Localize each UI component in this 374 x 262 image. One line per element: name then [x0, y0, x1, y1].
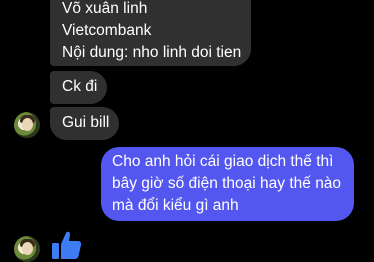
- sender-avatar[interactable]: [14, 236, 40, 262]
- message-line-name: Võ xuân linh: [62, 0, 148, 17]
- message-line-content: Nội dung: nho linh doi tien: [62, 44, 242, 61]
- message-line: Cho anh hỏi cái giao dịch thế thì: [112, 153, 334, 170]
- incoming-message-bill[interactable]: Gui bill: [50, 107, 119, 140]
- sender-avatar[interactable]: [14, 112, 40, 138]
- message-text: Gui bill: [62, 114, 110, 131]
- avatar-face: [22, 242, 33, 255]
- message-line: mà đổi kiểu gì anh: [112, 197, 239, 214]
- thumbs-up-icon[interactable]: [50, 229, 82, 261]
- outgoing-message[interactable]: Cho anh hỏi cái giao dịch thế thì bây gi…: [101, 147, 354, 221]
- message-line: bây giờ số điện thoại hay thế nào: [112, 175, 342, 192]
- incoming-message-ck[interactable]: Ck đi: [50, 71, 107, 104]
- avatar-face: [22, 118, 33, 131]
- message-text: Ck đi: [62, 78, 98, 95]
- message-line-bank: Vietcombank: [62, 22, 152, 39]
- incoming-message-bank-details[interactable]: Võ xuân linh Vietcombank Nội dung: nho l…: [50, 0, 251, 66]
